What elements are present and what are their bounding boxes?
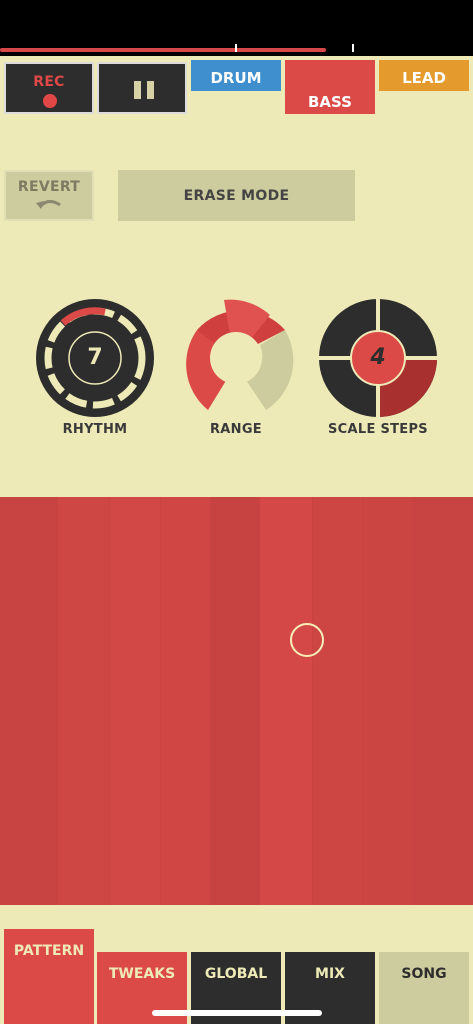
tab-bass[interactable]: BASS	[285, 60, 375, 114]
revert-label: REVERT	[17, 178, 81, 195]
pause-button[interactable]	[97, 62, 187, 114]
dials-area	[36, 299, 437, 417]
rhythm-label: RHYTHM	[62, 422, 128, 437]
pad-column	[161, 497, 210, 905]
range-label: RANGE	[209, 422, 262, 437]
home-indicator[interactable]	[152, 1010, 322, 1016]
nav-pattern-label: PATTERN	[13, 943, 85, 959]
pad-column	[0, 497, 57, 905]
erase-mode-button[interactable]: ERASE MODE	[118, 170, 355, 221]
pad-column	[413, 497, 473, 905]
pad-column	[58, 497, 109, 905]
tab-drum-label: DRUM	[210, 69, 262, 87]
scale-steps-value: 4	[370, 345, 386, 370]
record-dot-icon	[43, 94, 57, 108]
range-dial[interactable]	[186, 299, 294, 410]
nav-song[interactable]: SONG	[379, 952, 469, 1024]
rec-button[interactable]: REC	[4, 62, 94, 114]
erase-mode-label: ERASE MODE	[183, 187, 290, 204]
nav-pattern[interactable]: PATTERN	[4, 929, 94, 1024]
nav-song-label: SONG	[401, 966, 447, 982]
pad-column	[313, 497, 362, 905]
undo-arrow-icon	[34, 195, 64, 215]
touch-cursor-ring[interactable]	[290, 623, 324, 657]
progress-tick	[352, 44, 354, 52]
scale-steps-label: SCALE STEPS	[328, 422, 428, 437]
tab-lead-label: LEAD	[402, 69, 446, 87]
pad-column	[363, 497, 412, 905]
revert-button[interactable]: REVERT	[4, 170, 94, 221]
pad-column	[211, 497, 259, 905]
pad-column	[260, 497, 312, 905]
tab-lead[interactable]: LEAD	[379, 60, 469, 91]
tab-drum[interactable]: DRUM	[191, 60, 281, 91]
rec-label: REC	[33, 74, 65, 90]
tab-bass-label: BASS	[308, 93, 352, 111]
playback-progress-bar	[0, 48, 327, 52]
note-pad[interactable]	[0, 497, 473, 905]
progress-tick	[235, 44, 237, 52]
pad-column	[110, 497, 160, 905]
rhythm-value: 7	[87, 345, 103, 370]
